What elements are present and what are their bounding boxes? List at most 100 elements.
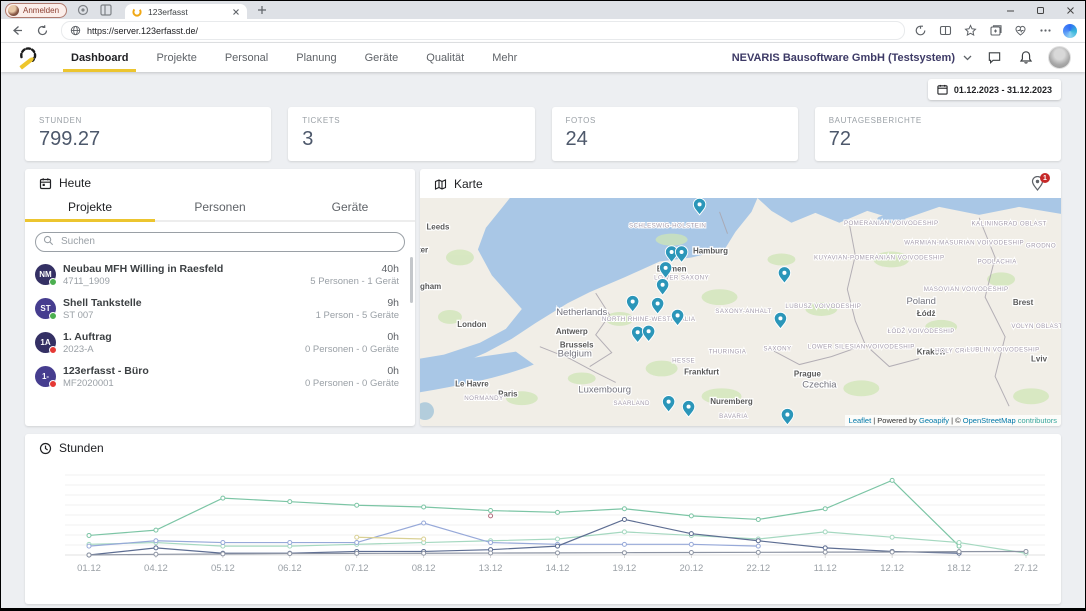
project-list-item[interactable]: NMNeubau MFH Willing in Raesfeld4711_190… xyxy=(25,258,415,292)
dashboard-content: 01.12.2023 - 31.12.2023 STUNDEN799.27 TIC… xyxy=(1,79,1085,604)
tab-close-icon[interactable] xyxy=(232,8,240,16)
browser-tab[interactable]: 123erfasst xyxy=(125,4,247,19)
map-label: VOLYN OBLAST xyxy=(1011,323,1061,330)
copilot-icon[interactable] xyxy=(1063,24,1077,38)
nav-item-dashboard[interactable]: Dashboard xyxy=(57,43,142,72)
browser-window: Anmelden 123erfasst https://server.123er… xyxy=(1,1,1085,608)
project-list: NMNeubau MFH Willing in Raesfeld4711_190… xyxy=(25,258,415,427)
project-list-item[interactable]: 1-123erfasst - BüroMF20200010h0 Personen… xyxy=(25,360,415,394)
settings-more-icon[interactable] xyxy=(1038,24,1052,38)
map-icon xyxy=(434,178,447,191)
heute-tab-personen[interactable]: Personen xyxy=(155,196,285,222)
project-code: 4711_1909 xyxy=(63,276,310,287)
map-label: BAVARIA xyxy=(719,413,748,420)
stat-label: BAUTAGESBERICHTE xyxy=(829,116,1047,125)
list-scrollbar[interactable] xyxy=(410,257,413,303)
map-label: GRODNO xyxy=(1026,243,1056,250)
project-avatar: ST xyxy=(35,298,56,319)
map-label: HESSE xyxy=(672,358,695,365)
project-list-item[interactable]: 1A1. Auftrag2023-A0h0 Personen - 0 Gerät… xyxy=(25,326,415,360)
browser-toolbar: https://server.123erfasst.de/ xyxy=(1,19,1085,43)
site-info-icon[interactable] xyxy=(70,25,81,36)
nav-item-qualität[interactable]: Qualität xyxy=(412,43,478,72)
messages-icon[interactable] xyxy=(986,49,1003,66)
workspaces-icon[interactable] xyxy=(76,3,90,17)
stat-card-tickets: TICKETS3 xyxy=(288,107,534,161)
attribution-segment: | Powered by xyxy=(871,416,919,425)
toolbar-icons xyxy=(913,24,1077,38)
stat-card-stunden: STUNDEN799.27 xyxy=(25,107,271,161)
search-input[interactable] xyxy=(35,232,405,252)
attribution-segment[interactable]: Leaflet xyxy=(849,416,872,425)
svg-text:13.12: 13.12 xyxy=(479,563,503,574)
stats-row: STUNDEN799.27TICKETS3FOTOS24BAUTAGESBERI… xyxy=(25,107,1061,161)
map-label: Poland xyxy=(906,296,935,307)
map-label: POMERANIAN VOIVODESHIP xyxy=(844,220,939,227)
svg-text:08.12: 08.12 xyxy=(412,563,436,574)
status-dot xyxy=(49,278,57,286)
company-selector[interactable]: NEVARIS Bausoftware GmbH (Testsystem) xyxy=(732,52,972,64)
map-label: Netherlands xyxy=(556,307,607,318)
nav-item-mehr[interactable]: Mehr xyxy=(478,43,531,72)
status-dot xyxy=(49,380,57,388)
minimize-button[interactable] xyxy=(995,1,1025,19)
tab-favicon xyxy=(132,7,142,17)
map-label: Luxembourg xyxy=(578,384,631,395)
project-hours: 0h xyxy=(305,365,399,377)
attribution-segment[interactable]: Geoapify xyxy=(919,416,949,425)
map-label: Le Havre xyxy=(455,379,489,388)
browser-profile-chip[interactable]: Anmelden xyxy=(5,3,67,18)
map-label: WARMIAN-MASURIAN VOIVODESHIP xyxy=(904,240,1024,247)
nav-item-planung[interactable]: Planung xyxy=(282,43,350,72)
svg-text:19.12: 19.12 xyxy=(613,563,637,574)
map-attribution[interactable]: Leaflet | Powered by Geoapify | © OpenSt… xyxy=(845,415,1061,426)
map-alert-badge: 1 xyxy=(1040,173,1050,183)
heute-tab-geräte[interactable]: Geräte xyxy=(285,196,415,222)
close-button[interactable] xyxy=(1055,1,1085,19)
split-screen-icon[interactable] xyxy=(938,24,952,38)
date-range-button[interactable]: 01.12.2023 - 31.12.2023 xyxy=(928,79,1061,100)
maximize-button[interactable] xyxy=(1025,1,1055,19)
url-text: https://server.123erfasst.de/ xyxy=(87,26,198,36)
project-name: Shell Tankstelle xyxy=(63,297,316,309)
nav-item-personal[interactable]: Personal xyxy=(211,43,282,72)
svg-text:18.12: 18.12 xyxy=(947,563,971,574)
notifications-bell-icon[interactable] xyxy=(1017,49,1034,66)
browser-essentials-icon[interactable] xyxy=(1013,24,1027,38)
map-label: Nuremberg xyxy=(710,397,753,406)
map-alerts-pin-icon[interactable]: 1 xyxy=(1031,176,1047,192)
favorites-icon[interactable] xyxy=(963,24,977,38)
svg-text:05.12: 05.12 xyxy=(211,563,235,574)
map-label: THURINGIA xyxy=(709,349,747,356)
new-tab-button[interactable] xyxy=(257,5,267,15)
attribution-segment[interactable]: contributors xyxy=(1016,416,1057,425)
heute-header: Heute xyxy=(25,169,415,196)
nav-item-geräte[interactable]: Geräte xyxy=(351,43,413,72)
refresh-icon[interactable] xyxy=(31,22,53,40)
123erfasst-logo-icon xyxy=(15,46,39,70)
map-label: London xyxy=(457,320,486,329)
user-avatar[interactable] xyxy=(1048,46,1071,69)
project-hours: 9h xyxy=(316,297,399,309)
project-code: ST 007 xyxy=(63,310,316,321)
nav-item-projekte[interactable]: Projekte xyxy=(142,43,210,72)
sidebar-search-icon[interactable] xyxy=(913,24,927,38)
profile-avatar xyxy=(8,5,19,16)
attribution-segment[interactable]: OpenStreetMap xyxy=(963,416,1016,425)
vertical-tabs-icon[interactable] xyxy=(99,3,113,17)
svg-text:06.12: 06.12 xyxy=(278,563,302,574)
map-label: ŁÓDŹ VOIVODESHIP xyxy=(888,328,955,335)
project-name: 123erfasst - Büro xyxy=(63,365,305,377)
map-label: SAXONY-ANHALT xyxy=(715,308,771,315)
svg-text:07.12: 07.12 xyxy=(345,563,369,574)
address-bar[interactable]: https://server.123erfasst.de/ xyxy=(61,21,905,40)
map-label: Łódź xyxy=(917,309,936,318)
project-list-item[interactable]: STShell TankstelleST 0079h1 Person - 5 G… xyxy=(25,292,415,326)
map-label: PODLACHIA xyxy=(977,258,1017,265)
stunden-header: Stunden xyxy=(25,434,1061,461)
back-icon[interactable] xyxy=(5,22,27,40)
collections-icon[interactable] xyxy=(988,24,1002,38)
heute-tab-projekte[interactable]: Projekte xyxy=(25,196,155,222)
map-label: KUYAVIAN-POMERANIAN VOIVODESHIP xyxy=(814,254,945,261)
map-canvas[interactable]: LeedsManchesterBirminghamLondonHamburgBr… xyxy=(420,198,1061,426)
